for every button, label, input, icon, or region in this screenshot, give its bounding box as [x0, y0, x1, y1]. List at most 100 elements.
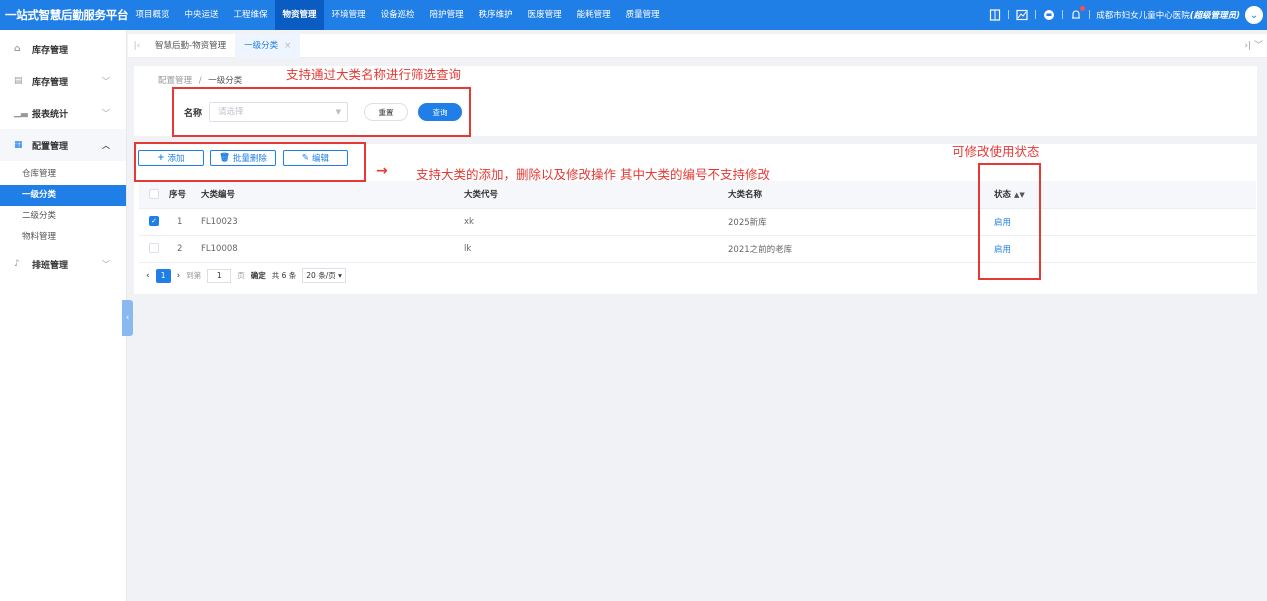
annotation-box-filter: [172, 87, 471, 137]
page-unit-label: 页: [237, 271, 245, 280]
divider: |: [1061, 10, 1065, 20]
page-number-current[interactable]: 1: [155, 268, 171, 283]
cell-index: 2: [169, 235, 201, 263]
bell-icon: ♪: [14, 259, 20, 269]
user-info[interactable]: 成都市妇女儿童中心医院(超级管理员): [1096, 9, 1240, 21]
chevron-down-icon: ﹀: [102, 108, 110, 118]
close-icon[interactable]: ×: [284, 41, 291, 51]
nav-item[interactable]: 医废管理: [520, 0, 569, 30]
sidebar-item-label: 库存管理: [32, 45, 69, 56]
nav-item[interactable]: 项目概览: [128, 0, 177, 30]
breadcrumb-parent[interactable]: 配置管理: [158, 76, 192, 86]
goto-label: 到第: [186, 271, 202, 280]
tab-label: 智慧后勤-物资管理: [155, 40, 227, 51]
sidebar-item-inventory[interactable]: ⌂ 库存管理: [0, 33, 126, 65]
sidebar-item-config[interactable]: ▦ 配置管理 ︿: [0, 129, 126, 161]
tab-level1-category[interactable]: 一级分类 ×: [235, 33, 301, 58]
sidebar-item-label: 报表统计: [32, 109, 69, 120]
nav-item[interactable]: 秩序维护: [471, 0, 520, 30]
breadcrumb-current: 一级分类: [208, 76, 243, 86]
nav-item[interactable]: 中央运送: [177, 0, 226, 30]
cell-name: 2025新库: [728, 208, 994, 236]
tab-label: 一级分类: [244, 40, 279, 51]
col-index: 序号: [169, 181, 201, 209]
grid-icon: ▦: [14, 140, 23, 150]
col-code: 大类编号: [201, 181, 464, 209]
divider: |: [1034, 10, 1038, 20]
top-nav: 项目概览 中央运送 工程维保 物资管理 环境管理 设备巡检 陪护管理 秩序维护 …: [128, 0, 667, 30]
row-checkbox-checked[interactable]: ✓: [149, 216, 159, 227]
annotation-box-status: [978, 163, 1041, 280]
page-size-select[interactable]: 20 条/页 ▾: [302, 268, 346, 283]
nav-item[interactable]: 能耗管理: [569, 0, 618, 30]
nav-item[interactable]: 质量管理: [618, 0, 667, 30]
chevron-down-icon: ﹀: [102, 259, 110, 269]
cell-alias: lk: [464, 235, 728, 263]
user-role: (超级管理员): [1189, 11, 1240, 21]
cell-code: FL10023: [201, 208, 464, 236]
pagination: ‹ 1 › 到第 1 页 确定 共 6 条 20 条/页 ▾: [146, 268, 346, 283]
select-all-checkbox[interactable]: [149, 189, 159, 199]
page-size-value: 20 条/页: [306, 271, 336, 280]
home-icon: ⌂: [14, 44, 21, 54]
table-header-row: 序号 大类编号 大类代号 大类名称 状态 ▲▼: [139, 181, 1256, 209]
bell-icon[interactable]: [1069, 6, 1086, 22]
sidebar-item-label: 排班管理: [32, 260, 69, 271]
select-all-cell: [139, 181, 169, 209]
tab-bar: |‹ 智慧后勤-物资管理 一级分类 × ›| ﹀: [128, 33, 1267, 58]
sidebar-item-schedule[interactable]: ♪ 排班管理 ﹀: [0, 248, 126, 280]
chevron-down-icon[interactable]: ⌄: [1245, 6, 1263, 24]
cell-name: 2021之前的老库: [728, 235, 994, 263]
category-table: 序号 大类编号 大类代号 大类名称 状态 ▲▼ ✓ 1 FL10023 xk 20…: [139, 181, 1256, 263]
image-icon[interactable]: [1015, 8, 1029, 22]
col-name: 大类名称: [728, 181, 994, 209]
sidebar-sub-warehouse[interactable]: 仓库管理: [0, 164, 126, 185]
divider: |: [1088, 10, 1092, 20]
brand-title: 一站式智慧后勤服务平台: [5, 8, 129, 22]
sidebar-item-inventory-2[interactable]: ▤ 库存管理 ﹀: [0, 65, 126, 97]
row-select-cell: ✓: [139, 208, 169, 236]
annotation-toolbar-note: 支持大类的添加，删除以及修改操作 其中大类的编号不支持修改: [416, 167, 770, 182]
breadcrumb-separator: /: [198, 76, 202, 86]
top-right-tools: | | | | 成都市妇女儿童中心医院(超级管理员) ⌄: [988, 0, 1263, 30]
tab-scroll-left-icon[interactable]: |‹: [128, 41, 146, 51]
tab-more-icon[interactable]: ›| ﹀: [1245, 34, 1264, 58]
cell-index: 1: [169, 208, 201, 236]
table-row[interactable]: 2 FL10008 lk 2021之前的老库 启用: [139, 235, 1256, 263]
sidebar-sub-level1[interactable]: 一级分类: [0, 185, 126, 206]
message-icon[interactable]: [1042, 8, 1056, 22]
book-icon[interactable]: [988, 8, 1002, 22]
row-select-cell: [139, 235, 169, 263]
sidebar-item-label: 库存管理: [32, 77, 69, 88]
row-checkbox[interactable]: [149, 243, 159, 254]
annotation-filter-note: 支持通过大类名称进行筛选查询: [286, 67, 462, 82]
chevron-up-icon: ︿: [102, 140, 110, 150]
total-count: 共 6 条: [271, 271, 297, 280]
chart-icon: ▁▃: [14, 108, 28, 118]
nav-item[interactable]: 环境管理: [324, 0, 373, 30]
sidebar-item-reports[interactable]: ▁▃ 报表统计 ﹀: [0, 97, 126, 129]
table-row[interactable]: ✓ 1 FL10023 xk 2025新库 启用: [139, 208, 1256, 236]
collapse-sidebar-handle[interactable]: ‹: [122, 300, 133, 336]
chevron-down-icon: ﹀: [102, 76, 110, 86]
nav-item[interactable]: 陪护管理: [422, 0, 471, 30]
goto-confirm-button[interactable]: 确定: [251, 270, 266, 281]
nav-item[interactable]: 设备巡检: [373, 0, 422, 30]
annotation-box-toolbar: [134, 142, 366, 182]
arrow-right-icon: →: [376, 163, 388, 179]
sidebar-sub-level2[interactable]: 二级分类: [0, 206, 126, 227]
tab-material-management[interactable]: 智慧后勤-物资管理: [146, 34, 235, 58]
divider: |: [1007, 10, 1011, 20]
prev-page-icon[interactable]: ‹: [146, 271, 150, 281]
cell-alias: xk: [464, 208, 728, 236]
sidebar: ⌂ 库存管理 ▤ 库存管理 ﹀ ▁▃ 报表统计 ﹀ ▦ 配置管理 ︿ 仓库管理 …: [0, 30, 127, 601]
col-alias: 大类代号: [464, 181, 728, 209]
sidebar-sub-material[interactable]: 物料管理: [0, 227, 126, 248]
user-name: 成都市妇女儿童中心医院: [1096, 11, 1190, 21]
next-page-icon[interactable]: ›: [177, 271, 181, 281]
nav-item[interactable]: 工程维保: [226, 0, 275, 30]
breadcrumb: 配置管理 / 一级分类: [158, 74, 242, 86]
nav-item-active[interactable]: 物资管理: [275, 0, 325, 30]
sidebar-item-label: 配置管理: [32, 141, 69, 152]
page-input[interactable]: 1: [207, 268, 232, 283]
